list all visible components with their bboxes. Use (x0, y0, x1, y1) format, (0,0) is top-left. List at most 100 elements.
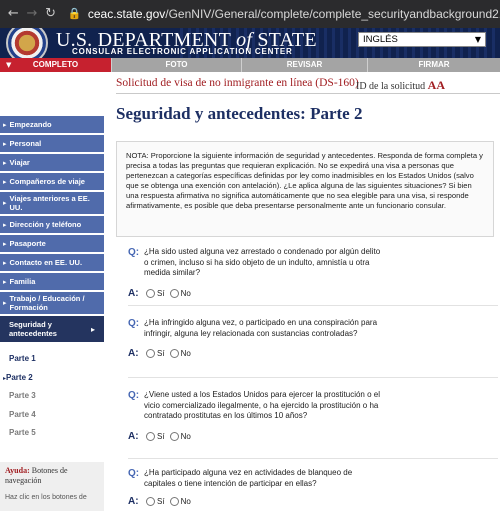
reload-icon[interactable]: ↻ (43, 5, 58, 23)
sidebar-item-personal[interactable]: ▸ Personal (0, 135, 104, 152)
no-option[interactable]: No (169, 431, 191, 441)
arrow-down-icon: ▼ (6, 61, 12, 69)
yes-option[interactable]: Sí (146, 497, 165, 506)
yes-label: Sí (157, 349, 165, 358)
language-select[interactable]: INGLÉS ▼ (358, 32, 486, 47)
no-option[interactable]: No (169, 497, 191, 506)
question-2: Q: ¿Ha infringido alguna vez, o participa… (128, 318, 488, 359)
sidebar-item-label: Trabajo / Educación / Formación (9, 294, 85, 312)
question-4: Q: ¿Ha participado alguna vez en activida… (128, 468, 488, 507)
chevron-right-icon: ▸ (3, 158, 7, 167)
sidebar-item-direccion[interactable]: ▸ Dirección y teléfono (0, 216, 104, 233)
sidebar-item-viajes-anteriores[interactable]: ▸ Viajes anteriores a EE. UU. (0, 192, 104, 214)
department-subtitle: CONSULAR ELECTRONIC APPLICATION CENTER (72, 47, 293, 56)
sidebar-item-companeros[interactable]: ▸ Compañeros de viaje (0, 173, 104, 190)
language-selected: INGLÉS (363, 34, 398, 45)
question-text: ¿Viene usted a los Estados Unidos para e… (144, 390, 380, 420)
chevron-right-icon: ▸ (3, 198, 7, 207)
forward-arrow-icon[interactable]: → (25, 5, 40, 23)
yes-label: Sí (157, 431, 165, 441)
sidebar-nav: ▸ Empezando ▸ Personal ▸ Viajar ▸ Compañeros… (0, 116, 104, 443)
help-panel: Ayuda: Botones de navegación Haz clic en… (0, 462, 104, 511)
yes-radio[interactable] (146, 288, 155, 298)
sidebar-item-familia[interactable]: ▸ Familia (0, 273, 104, 290)
sidebar-subitem-parte-4[interactable]: Parte 4 (0, 406, 104, 425)
sidebar-subitem-parte-1[interactable]: Parte 1 (0, 350, 104, 369)
no-label: No (180, 431, 191, 441)
sidebar-item-empezando[interactable]: ▸ Empezando (0, 116, 104, 133)
question-text: ¿Ha infringido alguna vez, o participado… (144, 318, 378, 338)
no-radio[interactable] (169, 349, 179, 358)
sidebar-item-label: Compañeros de viaje (9, 177, 85, 186)
sidebar-subitem-parte-3[interactable]: Parte 3 (0, 387, 104, 406)
tab-completo[interactable]: ▼ COMPLETO (0, 58, 112, 72)
no-label: No (180, 288, 191, 298)
no-option[interactable]: No (169, 288, 191, 298)
chevron-right-icon: ▸ (90, 324, 95, 334)
lock-icon[interactable]: 🔒 (68, 7, 82, 21)
help-title: Ayuda: Botones de navegación (5, 466, 99, 486)
tab-revisar[interactable]: REVISAR (242, 58, 368, 72)
help-title-bold: Ayuda: (5, 466, 30, 475)
yes-label: Sí (157, 497, 165, 506)
no-option[interactable]: No (169, 349, 191, 358)
sidebar-item-label: Empezando (9, 120, 52, 129)
main-content: Seguridad y antecedentes: Parte 2 NOTA: … (116, 104, 494, 237)
page-title: Seguridad y antecedentes: Parte 2 (116, 104, 363, 123)
sidebar-item-pasaporte[interactable]: ▸ Pasaporte (0, 235, 104, 252)
sidebar-subitem-parte-2[interactable]: ▸Parte 2 (0, 369, 104, 388)
q-label: Q: (128, 468, 140, 479)
divider (128, 458, 498, 459)
help-text: Haz clic en los botones de (5, 494, 87, 501)
yes-radio[interactable] (146, 497, 155, 506)
browser-toolbar: ← → ↻ 🔒 ceac.state.gov/GenNIV/General/co… (0, 0, 500, 28)
sidebar-item-contacto[interactable]: ▸ Contacto en EE. UU. (0, 254, 104, 271)
note-box: NOTA: Proporcione la siguiente informaci… (116, 141, 494, 237)
application-id: ID de la solicitud AA (356, 78, 445, 93)
sidebar-item-label: Personal (9, 139, 42, 148)
yes-radio[interactable] (146, 431, 155, 441)
question-1: Q: ¿Ha sido usted alguna vez arrestado o … (128, 247, 488, 299)
sidebar-item-label: Seguridad y antecedentes (9, 320, 57, 338)
tab-foto[interactable]: FOTO (112, 58, 242, 72)
no-radio[interactable] (169, 497, 179, 506)
tab-label: REVISAR (286, 60, 323, 69)
a-label: A: (128, 496, 139, 507)
q-label: Q: (128, 318, 140, 329)
sidebar-subitem-label: Parte 2 (6, 372, 33, 382)
tab-label: FOTO (165, 60, 188, 69)
sidebar-item-seguridad[interactable]: Seguridad y antecedentes ▸ (0, 316, 104, 342)
back-arrow-icon[interactable]: ← (6, 5, 21, 23)
sidebar-item-label: Viajar (9, 158, 30, 167)
sidebar-subitem-parte-5[interactable]: Parte 5 (0, 424, 104, 443)
yes-option[interactable]: Sí (146, 431, 165, 441)
chevron-right-icon: ▸ (3, 239, 7, 248)
q-label: Q: (128, 247, 140, 258)
application-title: Solicitud de visa de no inmigrante en lí… (116, 77, 359, 89)
chevron-down-icon: ▼ (474, 35, 481, 44)
yes-option[interactable]: Sí (146, 349, 165, 358)
chevron-right-icon: ▸ (3, 298, 7, 307)
no-radio[interactable] (169, 431, 179, 441)
chevron-right-icon: ▸ (3, 220, 7, 229)
tab-firmar[interactable]: FIRMAR (368, 58, 500, 72)
no-label: No (180, 497, 191, 506)
tab-label: COMPLETO (32, 60, 79, 69)
department-seal-icon (6, 28, 48, 58)
sidebar-item-label: Pasaporte (9, 239, 46, 248)
address-bar[interactable]: ceac.state.gov/GenNIV/General/complete/c… (88, 7, 500, 21)
chevron-right-icon: ▸ (3, 277, 7, 286)
yes-radio[interactable] (146, 349, 155, 358)
chevron-right-icon: ▸ (3, 258, 7, 267)
sidebar-item-label: Dirección y teléfono (9, 220, 82, 229)
sidebar-item-trabajo[interactable]: ▸ Trabajo / Educación / Formación (0, 292, 104, 314)
application-id-label: ID de la solicitud (356, 81, 426, 92)
site-header: U.S. DEPARTMENT of STATE CONSULAR ELECTR… (0, 28, 500, 58)
divider (128, 377, 498, 378)
url-host: ceac.state.gov (87, 7, 166, 21)
no-radio[interactable] (169, 288, 179, 298)
yes-label: Sí (157, 288, 165, 298)
question-3: Q: ¿Viene usted a los Estados Unidos para… (128, 390, 488, 442)
yes-option[interactable]: Sí (146, 288, 165, 298)
sidebar-item-viajar[interactable]: ▸ Viajar (0, 154, 104, 171)
